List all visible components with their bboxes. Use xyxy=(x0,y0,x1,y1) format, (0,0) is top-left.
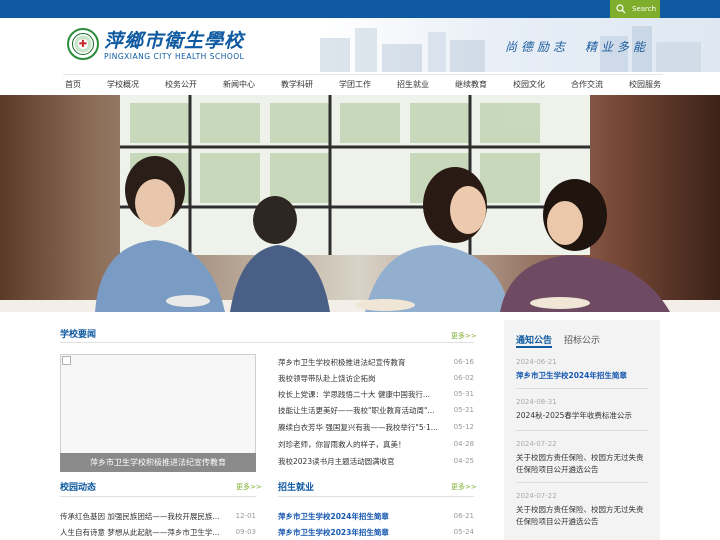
news-item-title[interactable]: 校长上党课：学思践悟二十大 健康中国我行... xyxy=(278,389,430,400)
banner-photo-students-dining xyxy=(0,95,720,312)
nav-item-student-work[interactable]: 学团工作 xyxy=(337,79,373,90)
school-name-en: PINGXIANG CITY HEALTH SCHOOL xyxy=(104,52,245,61)
nav-item-cooperation[interactable]: 合作交流 xyxy=(569,79,605,90)
campus-news-title[interactable]: 校园动态 xyxy=(60,480,96,493)
news-item-title[interactable]: 技能让生活更美好——我校"职业教育活动周"... xyxy=(278,405,435,416)
news-list-item[interactable]: 技能让生活更美好——我校"职业教育活动周"... 05-21 xyxy=(278,403,474,417)
nav-item-affairs[interactable]: 校务公开 xyxy=(163,79,199,90)
admission-title[interactable]: 招生就业 xyxy=(278,480,314,493)
admission-list-item[interactable]: 萍乡市卫生学校2023年招生简章 05-24 xyxy=(278,525,474,539)
news-item-date: 04-25 xyxy=(453,457,474,465)
notice-date: 2024-07-22 xyxy=(516,492,557,500)
news-list-item[interactable]: 我校2023读书月主题活动圆满收官 04-25 xyxy=(278,454,474,468)
news-item-date: 05-21 xyxy=(453,406,474,414)
nav-item-news[interactable]: 新闻中心 xyxy=(221,79,257,90)
search-label: Search xyxy=(632,5,657,13)
news-item-title[interactable]: 我校2023读书月主题活动圆满收官 xyxy=(278,456,395,467)
campus-item-title[interactable]: 人生自有诗意 梦想从此起航——萍乡市卫生学... xyxy=(60,527,220,538)
news-item-date: 04-28 xyxy=(453,440,474,448)
notice-item[interactable]: 2024-06-21 萍乡市卫生学校2024年招生简章 xyxy=(516,358,646,382)
nav-item-culture[interactable]: 校园文化 xyxy=(511,79,547,90)
campus-list-item[interactable]: 传承红色基因 加强民族团结——我校开展民族... 12-01 xyxy=(60,509,256,523)
news-item-date: 05-12 xyxy=(453,423,474,431)
campus-item-date: 09-03 xyxy=(235,528,256,536)
admission-item-title[interactable]: 萍乡市卫生学校2023年招生简章 xyxy=(278,527,389,538)
news-item-title[interactable]: 刘珍老师，你冒雨救人的样子，真美！ xyxy=(278,439,406,450)
school-name-cn[interactable]: 萍鄉市衛生學校 xyxy=(104,26,244,53)
notice-title[interactable]: 萍乡市卫生学校2024年招生简章 xyxy=(516,370,646,382)
news-list-item[interactable]: 刘珍老师，你冒雨救人的样子，真美！ 04-28 xyxy=(278,437,474,451)
news-item-date: 06-16 xyxy=(453,358,474,366)
nav-item-services[interactable]: 校园服务 xyxy=(627,79,663,90)
notice-panel: 通知公告 招标公示 2024-06-21 萍乡市卫生学校2024年招生简章 20… xyxy=(504,320,660,540)
admission-item-title[interactable]: 萍乡市卫生学校2024年招生简章 xyxy=(278,511,389,522)
campus-item-date: 12-01 xyxy=(235,512,256,520)
tab-tenders[interactable]: 招标公示 xyxy=(564,333,600,346)
nav-item-continuing-edu[interactable]: 继续教育 xyxy=(453,79,489,90)
admission-list-item[interactable]: 萍乡市卫生学校2024年招生简章 06-21 xyxy=(278,509,474,523)
notice-item[interactable]: 2024-08-31 2024秋-2025春学年收费标准公示 xyxy=(516,398,646,422)
main-nav: 首页 学校概况 校务公开 新闻中心 教学科研 学团工作 招生就业 继续教育 校园… xyxy=(63,74,663,94)
campus-list-item[interactable]: 人生自有诗意 梦想从此起航——萍乡市卫生学... 09-03 xyxy=(60,525,256,539)
notice-item[interactable]: 2024-07-22 关于校园方责任保险、校园方无过失责任保险项目公开遴选公告 xyxy=(516,440,646,476)
active-tab-indicator xyxy=(516,346,552,348)
school-motto: 尚德励志 精业多能 xyxy=(505,40,650,54)
news-item-date: 05-31 xyxy=(453,390,474,398)
admission-divider xyxy=(278,496,474,497)
school-news-title[interactable]: 学校要闻 xyxy=(60,327,96,340)
cross-icon: ✚ xyxy=(72,33,94,55)
news-featured-caption[interactable]: 萍乡市卫生学校积极推进法纪宣传教育 xyxy=(60,453,256,472)
notice-divider xyxy=(516,482,648,483)
notice-title[interactable]: 关于校园方责任保险、校园方无过失责任保险项目公开遴选公告 xyxy=(516,504,646,528)
admission-item-date: 06-21 xyxy=(453,512,474,520)
news-item-title[interactable]: 赓续白衣芳华 强国复兴有我——我校举行"5·1... xyxy=(278,422,438,433)
notice-date: 2024-06-21 xyxy=(516,358,557,366)
notice-title[interactable]: 2024秋-2025春学年收费标准公示 xyxy=(516,410,646,422)
news-list-item[interactable]: 我校领导带队赴上饶访企拓岗 06-02 xyxy=(278,371,474,385)
campus-news-more-link[interactable]: 更多>> xyxy=(236,482,262,492)
news-item-title[interactable]: 萍乡市卫生学校积极推进法纪宣传教育 xyxy=(278,357,406,368)
school-news-more-link[interactable]: 更多>> xyxy=(451,331,477,341)
campus-news-divider xyxy=(60,496,256,497)
news-list-item[interactable]: 萍乡市卫生学校积极推进法纪宣传教育 06-16 xyxy=(278,355,474,369)
tab-notices[interactable]: 通知公告 xyxy=(516,333,552,346)
broken-image-icon xyxy=(62,356,71,365)
school-logo-emblem[interactable]: ✚ xyxy=(67,28,99,60)
notice-tabs: 通知公告 招标公示 xyxy=(516,333,600,346)
search-button[interactable]: Search xyxy=(610,0,660,18)
admission-item-date: 05-24 xyxy=(453,528,474,536)
school-news-divider xyxy=(60,342,474,343)
nav-item-overview[interactable]: 学校概况 xyxy=(105,79,141,90)
notice-item[interactable]: 2024-07-22 关于校园方责任保险、校园方无过失责任保险项目公开遴选公告 xyxy=(516,492,646,528)
header: ✚ 萍鄉市衛生學校 PINGXIANG CITY HEALTH SCHOOL 尚… xyxy=(0,18,720,72)
notice-date: 2024-08-31 xyxy=(516,398,557,406)
admission-more-link[interactable]: 更多>> xyxy=(451,482,477,492)
nav-item-admission[interactable]: 招生就业 xyxy=(395,79,431,90)
nav-item-home[interactable]: 首页 xyxy=(63,79,83,90)
campus-item-title[interactable]: 传承红色基因 加强民族团结——我校开展民族... xyxy=(60,511,220,522)
news-item-date: 06-02 xyxy=(453,374,474,382)
nav-item-teaching[interactable]: 教学科研 xyxy=(279,79,315,90)
search-icon xyxy=(616,4,626,14)
news-item-title[interactable]: 我校领导带队赴上饶访企拓岗 xyxy=(278,373,376,384)
notice-divider xyxy=(516,430,648,431)
notice-divider xyxy=(516,388,648,389)
hero-banner[interactable] xyxy=(0,95,720,312)
news-list-item[interactable]: 赓续白衣芳华 强国复兴有我——我校举行"5·1... 05-12 xyxy=(278,420,474,434)
notice-date: 2024-07-22 xyxy=(516,440,557,448)
notice-title[interactable]: 关于校园方责任保险、校园方无过失责任保险项目公开遴选公告 xyxy=(516,452,646,476)
news-list-item[interactable]: 校长上党课：学思践悟二十大 健康中国我行... 05-31 xyxy=(278,387,474,401)
